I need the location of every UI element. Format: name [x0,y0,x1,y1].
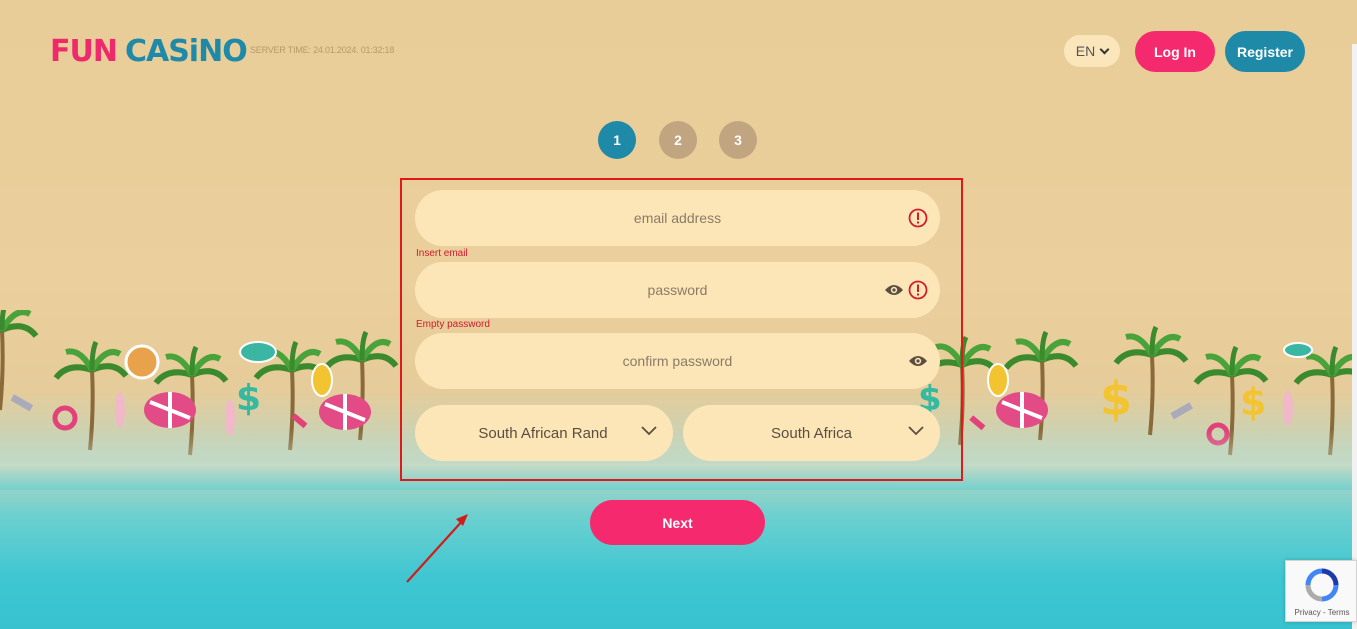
scrollbar[interactable] [1352,44,1357,629]
password-error-message: Empty password [416,319,490,330]
register-button[interactable]: Register [1225,31,1305,72]
dollar-icon: $ [236,378,261,419]
palm-tree-icon [0,310,39,411]
annotation-arrow [406,514,468,583]
step-3-indicator: 3 [719,121,757,159]
umbrella-icon [144,392,196,428]
umbrella-icon [996,392,1048,428]
server-time: SERVER TIME: 24.01.2024. 01:32:18 [250,45,395,55]
password-placeholder: password [647,282,708,298]
password-field[interactable]: password [415,262,940,318]
dollar-icon: $ [1240,380,1266,424]
step-1-indicator: 1 [598,121,636,159]
umbrella-icon [319,394,371,430]
logo-fun-text: FUN [50,34,118,69]
email-field[interactable]: email address [415,190,940,246]
eye-icon[interactable] [908,354,928,368]
email-error-message: Insert email [416,248,468,259]
next-button[interactable]: Next [590,500,765,545]
confirm-password-placeholder: confirm password [622,353,733,369]
currency-select[interactable]: South African Rand [415,405,673,461]
currency-value: South African Rand [478,424,608,442]
confirm-password-field[interactable]: confirm password [415,333,940,389]
error-icon [908,280,928,300]
language-value: EN [1075,43,1096,59]
recaptcha-badge[interactable]: Privacy - Terms [1285,560,1357,622]
chevron-down-icon [908,426,924,436]
country-select[interactable]: South Africa [683,405,940,461]
chevron-down-icon [1099,44,1110,54]
language-select[interactable]: EN [1064,35,1120,67]
country-value: South Africa [771,424,852,442]
eye-icon[interactable] [884,283,904,297]
chevron-down-icon [641,426,657,436]
step-2-indicator: 2 [659,121,697,159]
dollar-icon: $ [1100,372,1132,426]
login-button[interactable]: Log In [1135,31,1215,72]
recaptcha-icon [1305,568,1339,602]
error-icon [908,208,928,228]
email-placeholder: email address [633,210,722,226]
recaptcha-links[interactable]: Privacy - Terms [1286,608,1357,617]
fun-casino-logo[interactable]: FUN CASiNO [50,34,248,69]
logo-casino-text: CASiNO [124,34,248,69]
